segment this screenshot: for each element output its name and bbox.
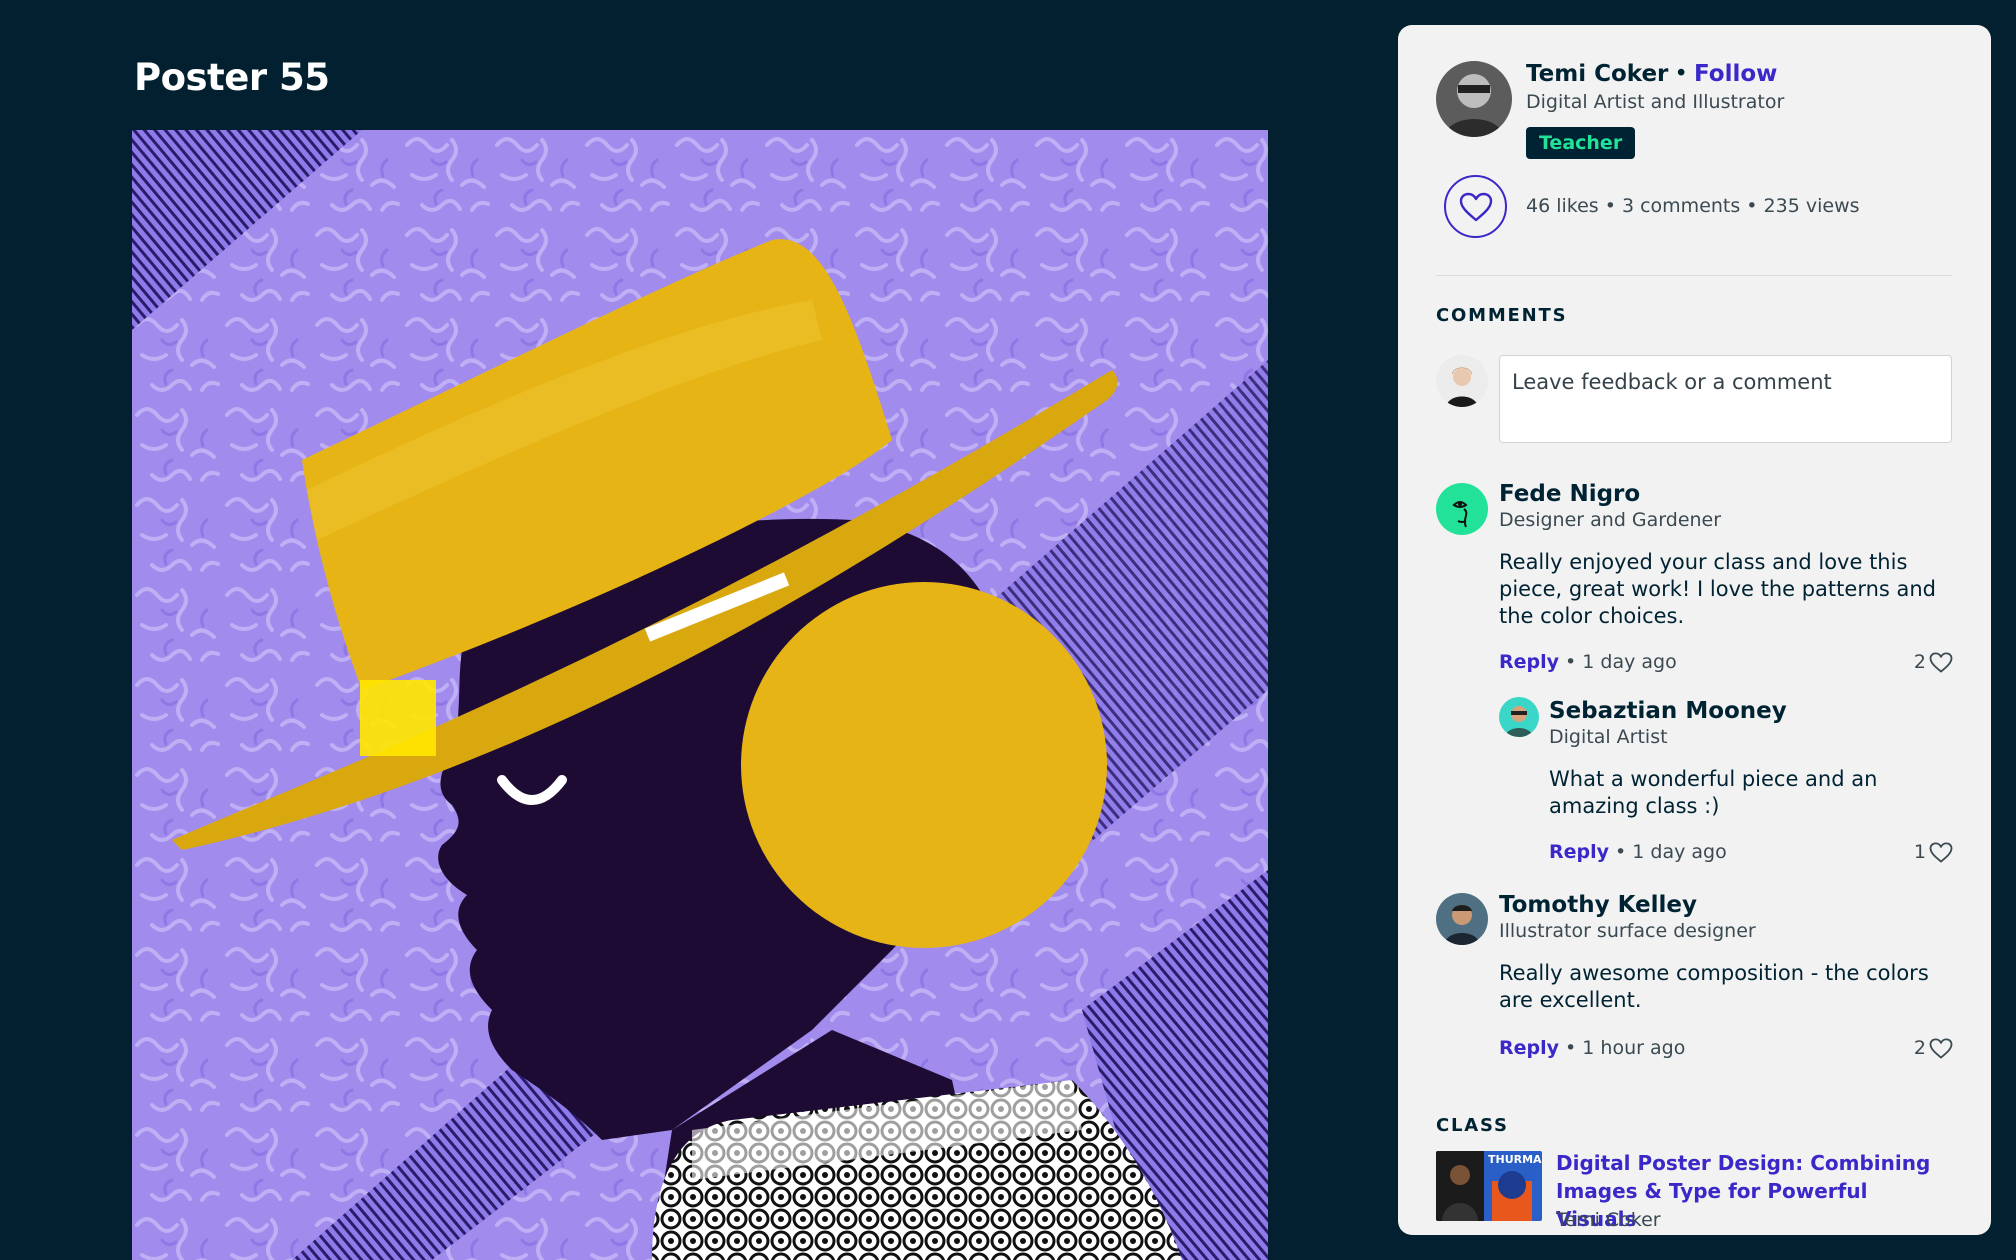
commenter-avatar[interactable] [1436,893,1488,945]
comment-text: Really awesome composition - the colors … [1499,961,1929,1012]
heart-icon [1929,1037,1953,1059]
author-title: Digital Artist and Illustrator [1526,91,1785,113]
heart-icon [1929,651,1953,673]
comment-time: • 1 hour ago [1559,1037,1686,1059]
comment-meta: Reply • 1 hour ago [1499,1037,1685,1059]
commenter-name[interactable]: Tomothy Kelley [1499,892,1697,918]
comment-text: Really enjoyed your class and love this … [1499,550,1937,628]
reply-button[interactable]: Reply [1499,1037,1559,1059]
comment-time: • 1 day ago [1609,841,1727,863]
teacher-badge: Teacher [1526,127,1636,159]
comment-time: • 1 day ago [1559,651,1677,673]
class-thumb-text: THURMA [1488,1153,1542,1166]
commenter-name[interactable]: Sebaztian Mooney [1549,698,1787,724]
comment-like-button[interactable]: 2 [1914,651,1953,673]
comment-text: What a wonderful piece and an amazing cl… [1549,767,1878,818]
commenter-role: Illustrator surface designer [1499,920,1756,942]
heart-icon [1459,192,1492,221]
class-thumbnail[interactable]: THURMA [1436,1151,1542,1221]
project-stats: 46 likes • 3 comments • 235 views [1526,195,1860,217]
author-name[interactable]: Temi Coker [1526,61,1668,87]
commenter-role: Digital Artist [1549,726,1668,748]
class-teacher: Temi Coker [1556,1209,1661,1231]
comment-like-count: 2 [1913,1037,1926,1059]
commenter-role: Designer and Gardener [1499,509,1722,531]
reply-button[interactable]: Reply [1549,841,1609,863]
commenter-name[interactable]: Fede Nigro [1499,481,1640,507]
author-name-line: Temi Coker • Follow [1526,61,1777,87]
comment-input[interactable] [1499,355,1952,443]
comment-like-count: 1 [1913,841,1926,863]
comment-like-button[interactable]: 1 [1914,841,1953,863]
current-user-avatar [1436,355,1488,407]
commenter-avatar[interactable] [1499,697,1539,737]
comment-like-button[interactable]: 2 [1914,1037,1953,1059]
divider [1436,275,1952,276]
commenter-avatar[interactable] [1436,483,1488,535]
like-button[interactable] [1444,175,1507,238]
class-heading: CLASS [1436,1115,1509,1136]
heart-icon [1929,841,1953,863]
project-artwork [132,130,1268,1260]
name-separator: • [1674,61,1688,87]
comment-like-count: 2 [1913,651,1926,673]
project-sidebar: Temi Coker • Follow Digital Artist and Ill… [1398,25,1991,1235]
page-title: Poster 55 [134,56,330,99]
comment-meta: Reply • 1 day ago [1499,651,1677,673]
poster-illustration [132,130,1268,1260]
follow-button[interactable]: Follow [1694,61,1777,87]
reply-button[interactable]: Reply [1499,651,1559,673]
comment-meta: Reply • 1 day ago [1549,841,1727,863]
comments-heading: COMMENTS [1436,305,1568,326]
app-root: Poster 55 Temi Coker • Follow Digital Ar… [0,0,2016,1260]
author-avatar[interactable] [1436,61,1512,137]
